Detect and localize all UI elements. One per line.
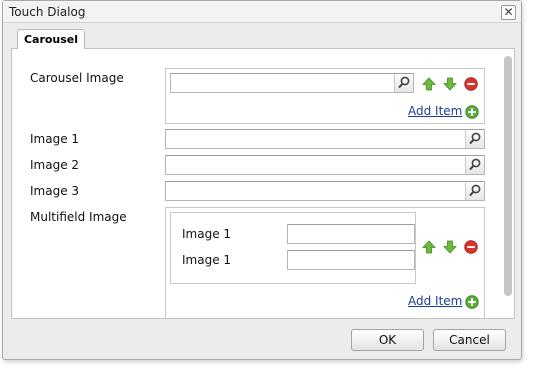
panel-scrollbar[interactable] [504,56,512,296]
image3-field[interactable] [165,181,485,201]
arrow-up-icon [422,77,436,91]
multifield-item-field-1[interactable] [287,224,415,244]
multifield-item-label-1: Image 1 [182,227,232,241]
image3-browse-button[interactable] [465,182,484,200]
multifield-move-down-button[interactable] [443,240,457,254]
carousel-image-field[interactable] [170,73,414,93]
image2-field[interactable] [165,155,485,175]
arrow-down-icon [443,77,457,91]
dialog-titlebar: Touch Dialog ✕ [3,1,521,23]
carousel-image-browse-button[interactable] [394,74,413,92]
image2-browse-button[interactable] [465,156,484,174]
search-icon [469,158,481,171]
move-up-button[interactable] [422,77,436,91]
multifield-move-up-button[interactable] [422,240,436,254]
cancel-button[interactable]: Cancel [433,329,506,351]
search-icon [469,184,481,197]
scrollbar-thumb[interactable] [504,56,512,296]
image3-label: Image 3 [30,184,80,198]
multifield-add-item-button[interactable] [465,295,479,309]
remove-icon [464,77,478,91]
ok-button[interactable]: OK [351,329,424,351]
search-icon [398,76,410,89]
touch-dialog: Touch Dialog ✕ Carousel Carousel Image A… [2,0,522,360]
close-icon: ✕ [503,5,514,19]
multifield-image-container: Image 1 Image 1 Add Item [165,207,485,318]
image2-label: Image 2 [30,158,80,172]
carousel-add-item-link[interactable]: Add Item [408,104,462,118]
multifield-add-item-link[interactable]: Add Item [408,294,462,308]
arrow-down-icon [443,240,457,254]
image1-browse-button[interactable] [465,130,484,148]
move-down-button[interactable] [443,77,457,91]
search-icon [469,132,481,145]
arrow-up-icon [422,240,436,254]
multifield-item-label-2: Image 1 [182,253,232,267]
carousel-add-item-button[interactable] [465,105,479,119]
close-button[interactable]: ✕ [501,5,516,20]
image1-field[interactable] [165,129,485,149]
tab-carousel[interactable]: Carousel [17,29,85,50]
tab-strip: Carousel [11,27,515,50]
image1-label: Image 1 [30,132,80,146]
add-icon [465,105,479,119]
multifield-image-label: Multifield Image [30,210,127,224]
carousel-image-label: Carousel Image [30,71,124,85]
multifield-item: Image 1 Image 1 [170,212,416,284]
form-panel: Carousel Image Add Item Image 1 Image 2 … [11,49,515,319]
multifield-item-field-2[interactable] [287,250,415,270]
carousel-image-multifield: Add Item [165,68,485,124]
add-icon [465,295,479,309]
remove-icon [464,240,478,254]
remove-item-button[interactable] [464,77,478,91]
dialog-title: Touch Dialog [9,5,86,19]
multifield-remove-button[interactable] [464,240,478,254]
